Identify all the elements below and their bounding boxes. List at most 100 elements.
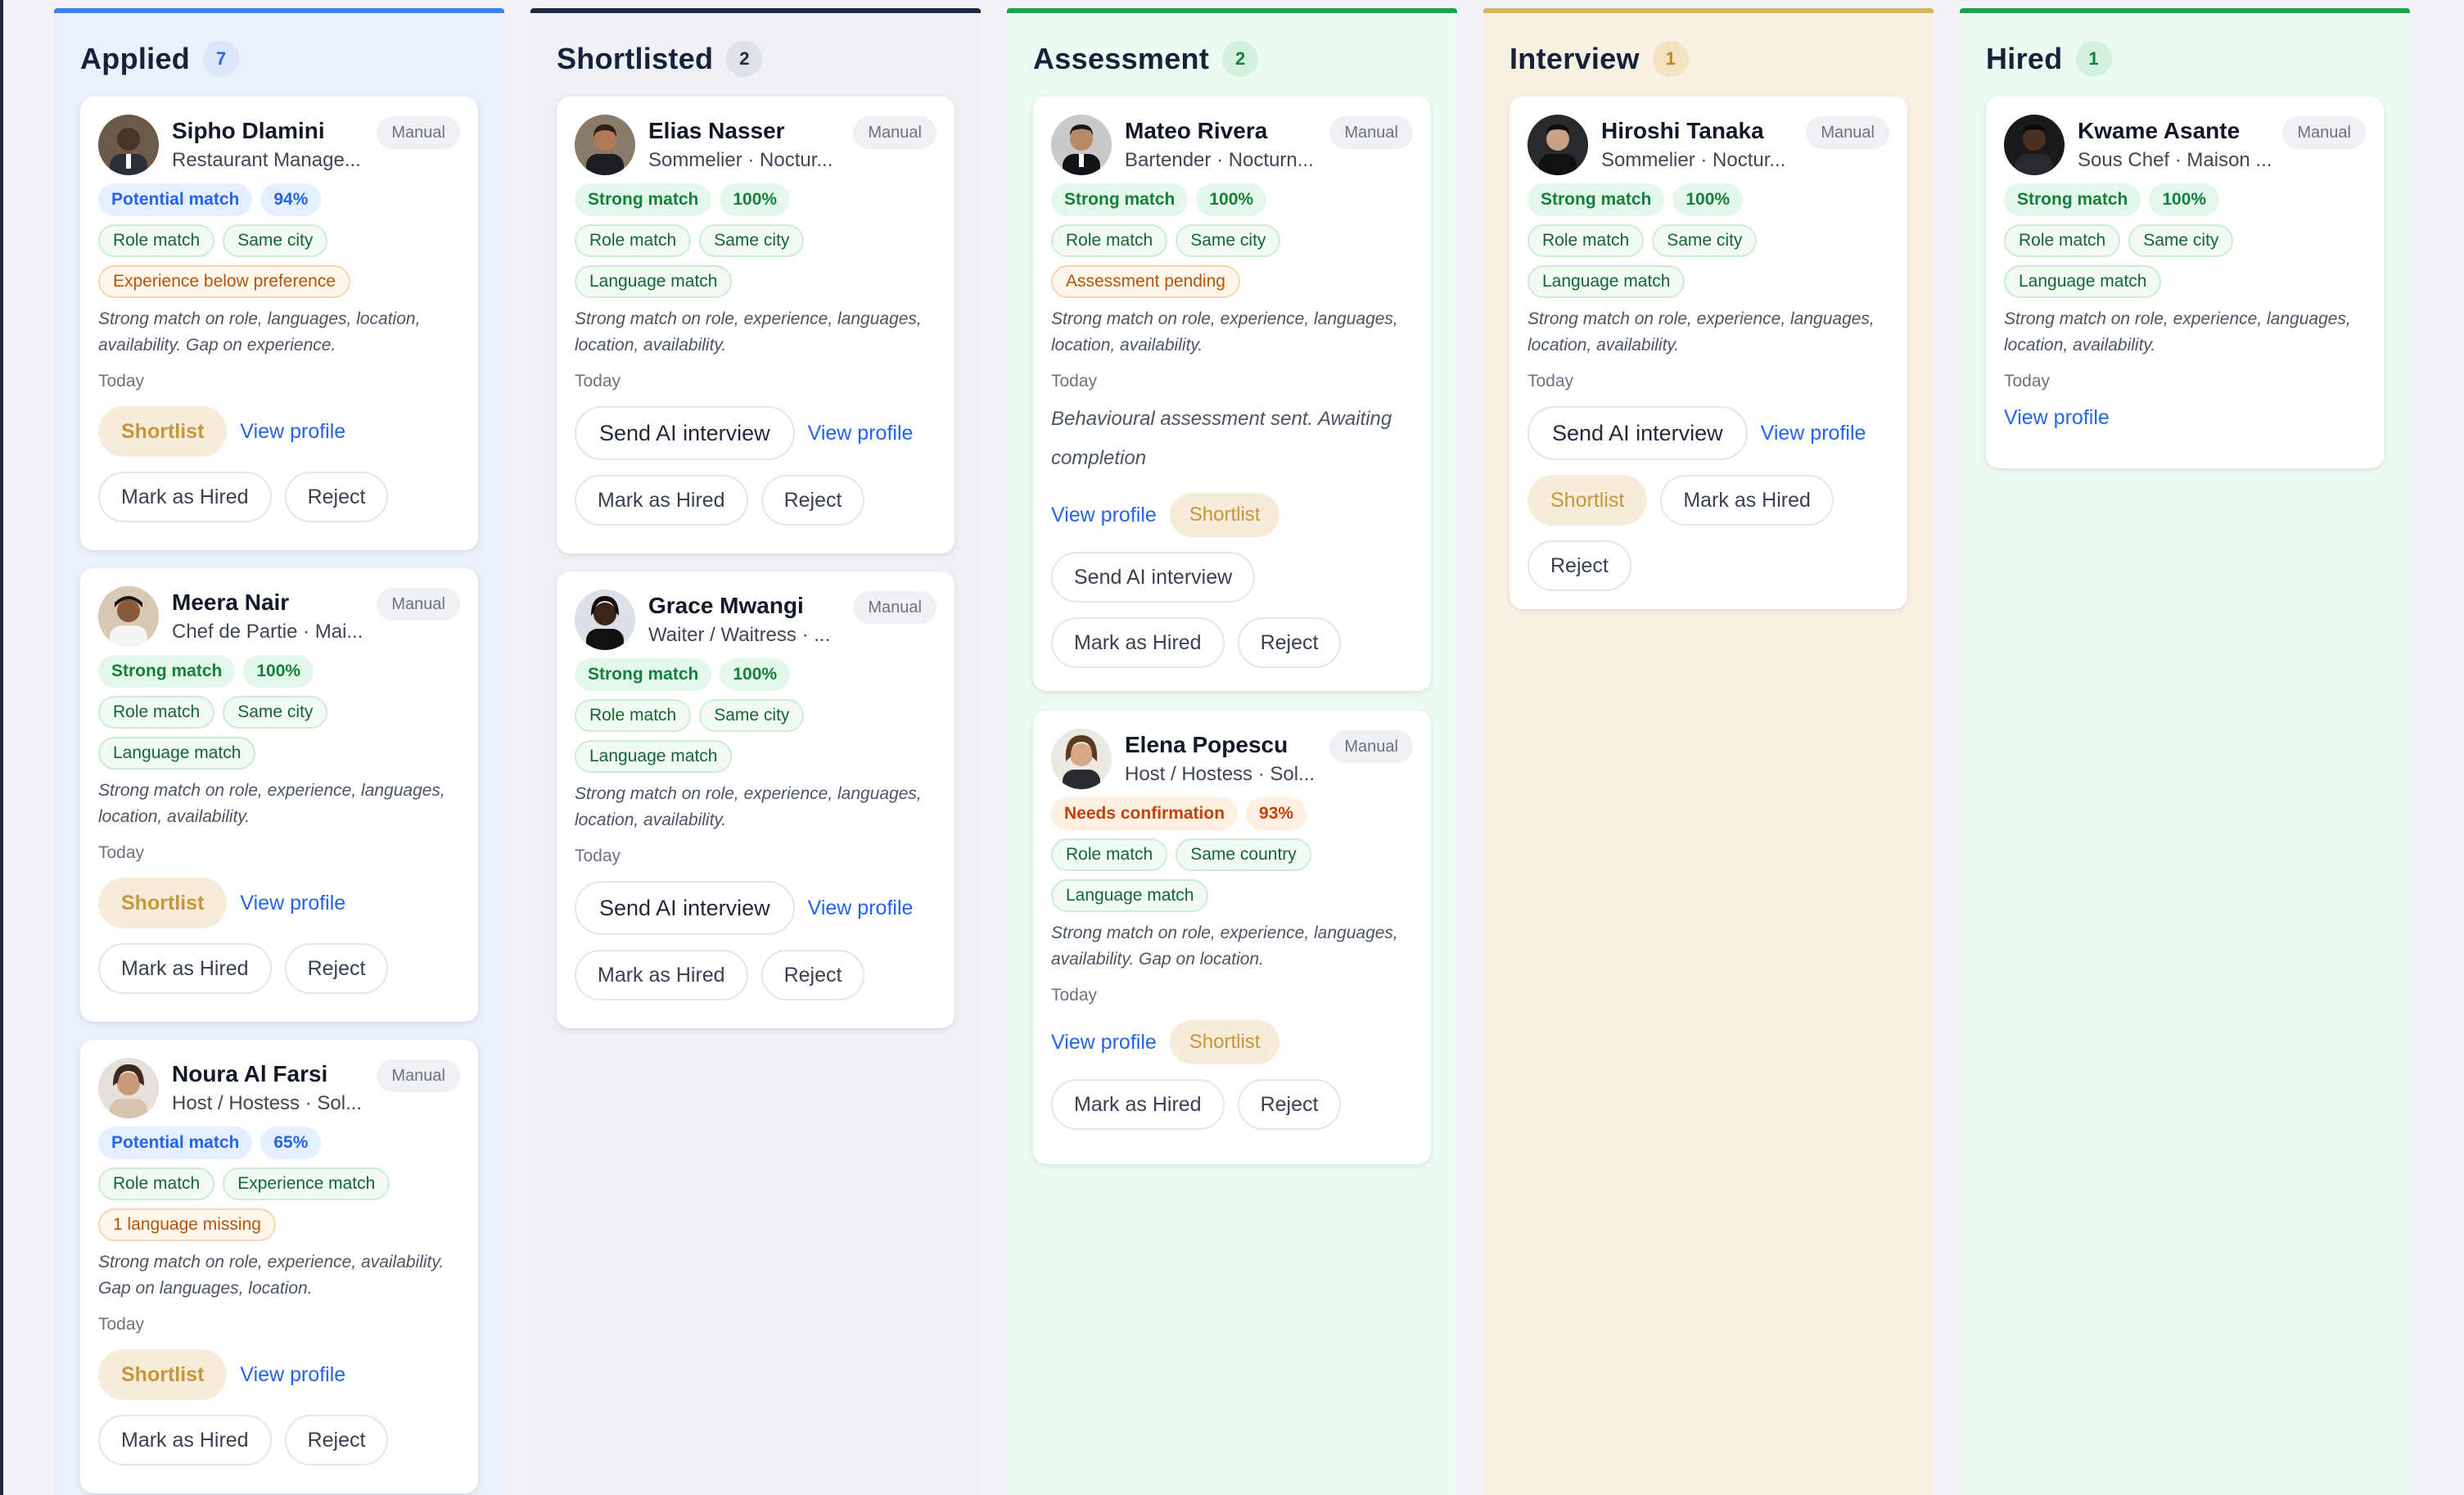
reject-button[interactable]: Reject — [1528, 540, 1631, 591]
criteria-tag: Same city — [699, 224, 805, 257]
criteria-tag: Language match — [98, 737, 256, 770]
candidate-card[interactable]: Kwame Asante Sous Chef · Maison ... Manu… — [1986, 97, 2384, 468]
candidate-card[interactable]: Elias Nasser Sommelier · Noctur... Manua… — [557, 97, 954, 553]
criteria-tag: Language match — [1528, 265, 1686, 298]
criteria-tag: Role match — [575, 699, 692, 732]
match-score-badge: 100% — [1196, 183, 1267, 216]
mark-hired-button[interactable]: Mark as Hired — [575, 475, 748, 526]
candidate-card[interactable]: Mateo Rivera Bartender · Nocturn... Manu… — [1033, 97, 1431, 691]
candidate-role: Sommelier · Noctur... — [648, 149, 833, 171]
assessment-note: Behavioural assessment sent. Awaiting co… — [1051, 408, 1392, 469]
applied-date: Today — [98, 843, 145, 862]
reject-button[interactable]: Reject — [760, 950, 865, 1000]
candidate-avatar — [575, 115, 635, 175]
candidate-name[interactable]: Sipho Dlamini — [172, 118, 325, 144]
app-left-edge — [0, 0, 3, 1495]
criteria-tag: Same city — [2128, 224, 2234, 257]
assessment-status-tag: Assessment pending — [1051, 265, 1240, 298]
reject-button[interactable]: Reject — [284, 472, 389, 522]
mark-hired-button[interactable]: Mark as Hired — [98, 943, 272, 994]
mark-hired-button[interactable]: Mark as Hired — [98, 472, 272, 522]
match-score-badge: 100% — [243, 655, 314, 688]
pipeline-board: Applied 7 Sipho Dlamini Restaurant Manag… — [54, 8, 2412, 1495]
mark-hired-button[interactable]: Mark as Hired — [98, 1415, 272, 1466]
reject-button[interactable]: Reject — [1237, 617, 1342, 668]
shortlist-button[interactable]: Shortlist — [1528, 475, 1648, 526]
match-level-badge: Potential match — [98, 1127, 253, 1159]
candidate-name[interactable]: Grace Mwangi — [648, 593, 804, 619]
mark-hired-button[interactable]: Mark as Hired — [1660, 475, 1834, 526]
candidate-name[interactable]: Elias Nasser — [648, 118, 785, 144]
match-level-badge: Strong match — [575, 183, 712, 216]
match-summary: Strong match on role, experience, langua… — [98, 781, 445, 826]
match-score-badge: 94% — [260, 183, 322, 216]
candidate-name[interactable]: Noura Al Farsi — [172, 1061, 327, 1087]
source-badge: Manual — [377, 1059, 460, 1092]
send-ai-interview-button[interactable]: Send AI interview — [575, 406, 795, 460]
view-profile-link[interactable]: View profile — [1051, 1031, 1157, 1055]
applied-date: Today — [1051, 372, 1098, 391]
view-profile-link[interactable]: View profile — [1761, 422, 1866, 445]
reject-button[interactable]: Reject — [284, 943, 389, 994]
applied-date: Today — [98, 1315, 145, 1334]
mark-hired-button[interactable]: Mark as Hired — [575, 950, 748, 1000]
applied-date: Today — [98, 372, 145, 391]
criteria-tag: Role match — [98, 224, 215, 257]
send-ai-interview-button[interactable]: Send AI interview — [575, 881, 795, 935]
shortlist-button[interactable]: Shortlist — [98, 1349, 228, 1400]
candidate-card[interactable]: Grace Mwangi Waiter / Waitress · ... Man… — [557, 571, 954, 1028]
candidate-card[interactable]: Elena Popescu Host / Hostess · Sol... Ma… — [1033, 711, 1431, 1164]
view-profile-link[interactable]: View profile — [240, 892, 345, 915]
view-profile-link[interactable]: View profile — [2004, 406, 2110, 430]
match-score-badge: 100% — [720, 183, 791, 216]
mark-hired-button[interactable]: Mark as Hired — [1051, 617, 1225, 668]
column-header: Shortlisted 2 — [557, 36, 763, 82]
column-count-badge: 1 — [1652, 41, 1689, 77]
shortlist-button[interactable]: Shortlist — [1169, 1020, 1280, 1064]
mark-hired-button[interactable]: Mark as Hired — [1051, 1079, 1225, 1130]
view-profile-link[interactable]: View profile — [808, 897, 914, 920]
view-profile-link[interactable]: View profile — [1051, 504, 1157, 527]
applied-date: Today — [2004, 372, 2051, 391]
candidate-name[interactable]: Hiroshi Tanaka — [1601, 118, 1764, 144]
candidate-avatar — [1051, 115, 1112, 175]
candidate-card[interactable]: Hiroshi Tanaka Sommelier · Noctur... Man… — [1510, 97, 1907, 609]
applied-date: Today — [575, 372, 621, 391]
candidate-card[interactable]: Sipho Dlamini Restaurant Manage... Manua… — [80, 97, 478, 550]
criteria-tag: Language match — [2004, 265, 2162, 298]
reject-button[interactable]: Reject — [1237, 1079, 1342, 1130]
column-title: Shortlisted — [557, 42, 714, 75]
shortlist-button[interactable]: Shortlist — [98, 406, 228, 457]
criteria-tag: Language match — [1051, 879, 1209, 912]
match-level-badge: Strong match — [2004, 183, 2141, 216]
view-profile-link[interactable]: View profile — [808, 422, 914, 445]
view-profile-link[interactable]: View profile — [240, 1363, 345, 1387]
match-summary: Strong match on role, experience, langua… — [1528, 309, 1875, 355]
candidate-card[interactable]: Meera Nair Chef de Partie · Mai... Manua… — [80, 568, 478, 1022]
send-ai-interview-button[interactable]: Send AI interview — [1051, 552, 1256, 603]
candidate-card[interactable]: Noura Al Farsi Host / Hostess · Sol... M… — [80, 1040, 478, 1493]
criteria-tag: Same city — [699, 699, 805, 732]
shortlist-button[interactable]: Shortlist — [1169, 493, 1280, 537]
candidate-avatar — [2004, 115, 2065, 175]
criteria-tag: Role match — [575, 224, 692, 257]
column-shortlisted: Shortlisted 2 Elias Nasser Sommelier · N… — [530, 8, 981, 1495]
column-title: Assessment — [1033, 42, 1210, 75]
match-summary: Strong match on role, experience, langua… — [1051, 309, 1398, 355]
source-badge: Manual — [853, 116, 936, 149]
reject-button[interactable]: Reject — [284, 1415, 389, 1466]
match-level-badge: Strong match — [1051, 183, 1189, 216]
candidate-name[interactable]: Mateo Rivera — [1125, 118, 1267, 144]
candidate-name[interactable]: Elena Popescu — [1125, 732, 1288, 758]
view-profile-link[interactable]: View profile — [240, 420, 345, 444]
source-badge: Manual — [1806, 116, 1889, 149]
reject-button[interactable]: Reject — [760, 475, 865, 526]
applied-date: Today — [1528, 372, 1574, 391]
candidate-name[interactable]: Kwame Asante — [2078, 118, 2240, 144]
shortlist-button[interactable]: Shortlist — [98, 878, 228, 928]
source-badge: Manual — [853, 591, 936, 624]
candidate-avatar — [1528, 115, 1588, 175]
send-ai-interview-button[interactable]: Send AI interview — [1528, 406, 1748, 460]
candidate-name[interactable]: Meera Nair — [172, 589, 289, 616]
criteria-tag: Role match — [98, 1168, 215, 1200]
